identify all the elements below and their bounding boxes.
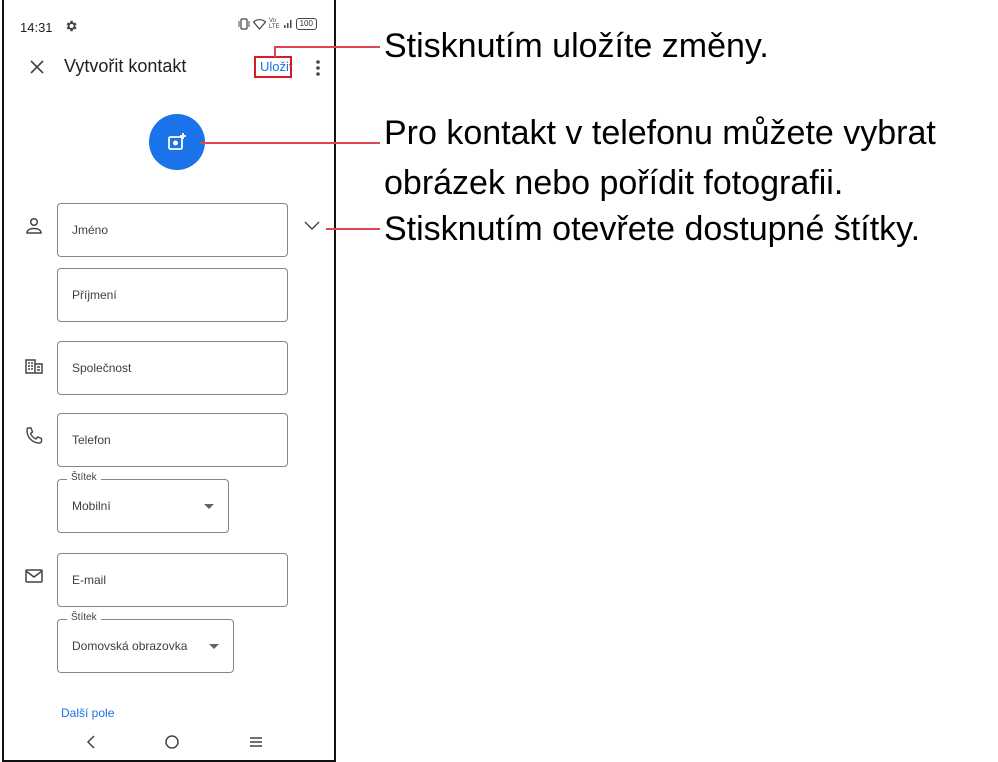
callout-labels: Stisknutím otevřete dostupné štítky. <box>384 210 921 248</box>
vibrate-icon <box>238 18 250 30</box>
save-callout-line-vertical <box>274 47 276 57</box>
close-icon[interactable] <box>28 58 46 76</box>
more-vert-icon[interactable] <box>315 58 321 78</box>
company-placeholder: Společnost <box>72 361 132 375</box>
phone-placeholder: Telefon <box>72 433 111 447</box>
company-field[interactable]: Společnost <box>57 341 288 395</box>
email-placeholder: E-mail <box>72 573 107 587</box>
email-icon <box>25 569 43 583</box>
signal-icon <box>283 20 292 28</box>
email-field[interactable]: E-mail <box>57 553 288 607</box>
wifi-icon <box>253 18 266 30</box>
phone-label-value: Mobilní <box>72 499 111 513</box>
volte-icon: Vo LTE <box>269 18 280 30</box>
callout-save: Stisknutím uložíte změny. <box>384 27 769 65</box>
labels-callout-line <box>326 228 380 230</box>
first-name-placeholder: Jméno <box>72 223 109 237</box>
add-photo-button[interactable] <box>149 114 205 170</box>
more-fields-link[interactable]: Další pole <box>61 706 114 720</box>
page-title: Vytvořit kontakt <box>64 56 187 76</box>
business-icon <box>25 359 43 374</box>
battery-icon: 100 <box>295 18 317 30</box>
dropdown-arrow-icon <box>209 644 219 649</box>
home-icon[interactable] <box>164 734 180 750</box>
phone-icon <box>26 427 43 444</box>
photo-callout-line <box>200 142 380 144</box>
person-icon <box>26 217 42 234</box>
status-icons: Vo LTE 100 <box>238 18 317 30</box>
callout-photo-line1: Pro kontakt v telefonu můžete vybrat <box>384 114 936 152</box>
last-name-field[interactable]: Příjmení <box>57 268 288 322</box>
callout-photo-line2: obrázek nebo pořídit fotografii. <box>384 164 844 202</box>
email-label-value: Domovská obrazovka <box>72 639 188 653</box>
first-name-field[interactable]: Jméno <box>57 203 288 257</box>
settings-gear-icon <box>66 20 77 32</box>
email-label-legend: Štítek <box>67 612 101 623</box>
dropdown-arrow-icon <box>204 504 214 509</box>
recents-menu-icon[interactable] <box>248 736 264 748</box>
phone-field[interactable]: Telefon <box>57 413 288 467</box>
save-callout-line <box>274 46 380 48</box>
chevron-down-icon[interactable] <box>304 219 320 231</box>
phone-label-legend: Štítek <box>67 472 101 483</box>
email-label-select[interactable]: Štítek Domovská obrazovka <box>57 612 234 673</box>
save-highlight <box>254 56 292 78</box>
last-name-placeholder: Příjmení <box>72 288 117 302</box>
navigation-bar <box>4 720 334 760</box>
add-photo-icon <box>168 133 186 150</box>
back-icon[interactable] <box>84 734 98 750</box>
status-time: 14:31 <box>20 20 53 35</box>
phone-screen: 14:31 Vo LTE 100 Vytvořit kontakt Uložit … <box>2 0 336 762</box>
phone-label-select[interactable]: Štítek Mobilní <box>57 472 229 533</box>
